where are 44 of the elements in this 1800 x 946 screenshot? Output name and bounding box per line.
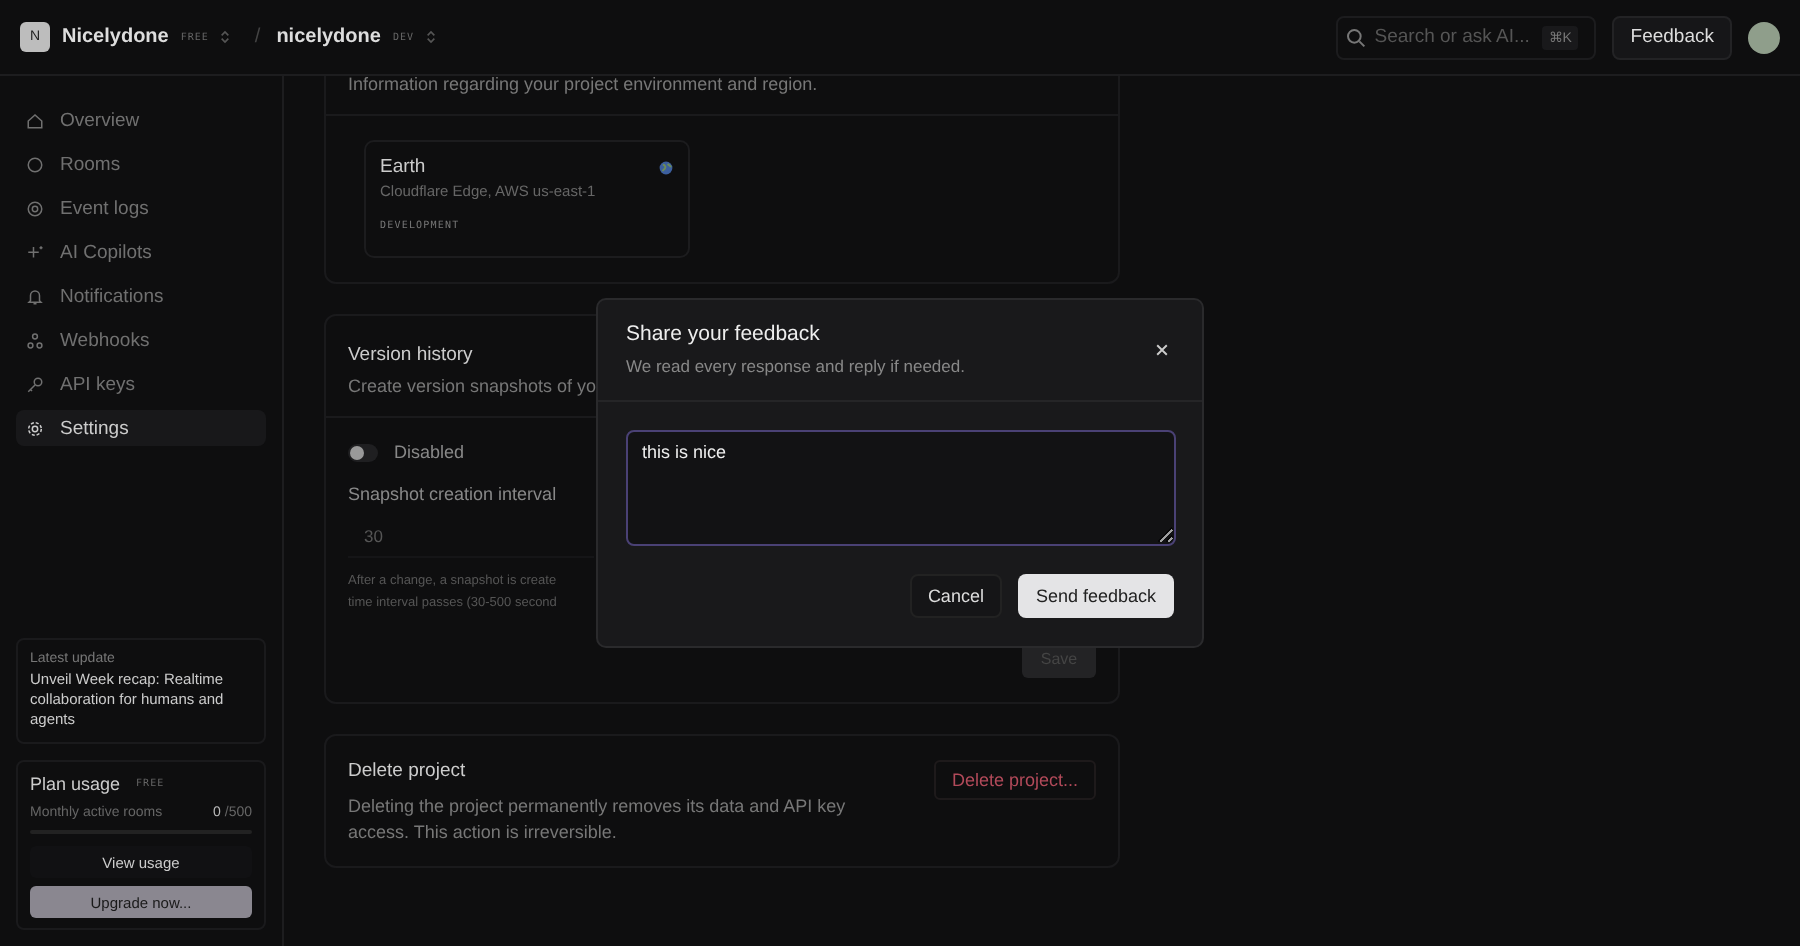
interval-field[interactable]: 30 (348, 516, 594, 558)
home-icon (26, 111, 44, 129)
field-label: Snapshot creation interval (348, 484, 559, 504)
cancel-button[interactable]: Cancel (909, 574, 1002, 618)
circle-icon (26, 155, 44, 173)
breadcrumb-separator: / (254, 26, 261, 48)
sidebar-item[interactable]: AI Copilots (16, 234, 266, 270)
dialog-subtitle: We read every response and reply if needed. (626, 356, 965, 376)
sidebar-item[interactable]: Overview (16, 102, 266, 138)
org-name[interactable]: Nicelydone (62, 26, 169, 48)
sidebar-item[interactable]: Webhooks (16, 322, 266, 358)
toggle-label: Disabled (394, 442, 465, 462)
sparkle-icon (26, 243, 44, 261)
card-description: Information regarding your project environment and region. (348, 76, 818, 94)
card-description: Create version snapshots of yo (348, 376, 597, 396)
card-title: Delete project (348, 760, 466, 782)
send-feedback-button[interactable]: Send feedback (1017, 574, 1174, 618)
chevron-icon[interactable] (220, 28, 231, 46)
nodes-icon (26, 331, 44, 349)
delete-project-button[interactable]: Delete project... (933, 760, 1096, 800)
key-icon (26, 375, 44, 393)
region-name: Earth (380, 156, 426, 178)
dialog-title: Share your feedback (626, 322, 822, 346)
card-title: Version history (348, 344, 473, 366)
feedback-input[interactable]: this is nice (626, 430, 1176, 546)
project-name[interactable]: nicelydone (276, 26, 381, 48)
close-icon[interactable] (1154, 341, 1170, 357)
search-icon (1346, 27, 1367, 47)
gear-icon (26, 419, 44, 437)
sidebar-item[interactable]: Event logs (16, 190, 266, 226)
avatar[interactable] (1748, 21, 1780, 53)
plan-title: Plan usage (30, 774, 121, 794)
sidebar-item[interactable]: Settings (16, 410, 266, 446)
globe-icon (658, 159, 674, 175)
feedback-button[interactable]: Feedback (1612, 15, 1732, 59)
search-input[interactable]: Search or ask AI... (1374, 26, 1535, 48)
bell-icon (26, 287, 44, 305)
chevron-icon[interactable] (425, 28, 436, 46)
sidebar-item[interactable]: Notifications (16, 278, 266, 314)
toggle-switch[interactable] (348, 443, 378, 461)
target-icon (26, 199, 44, 217)
sidebar-item[interactable]: API keys (16, 366, 266, 402)
sidebar-item[interactable]: Rooms (16, 146, 266, 182)
card-description: Deleting the project permanently removes its data and API key access. This action is irreversible. (348, 794, 848, 846)
